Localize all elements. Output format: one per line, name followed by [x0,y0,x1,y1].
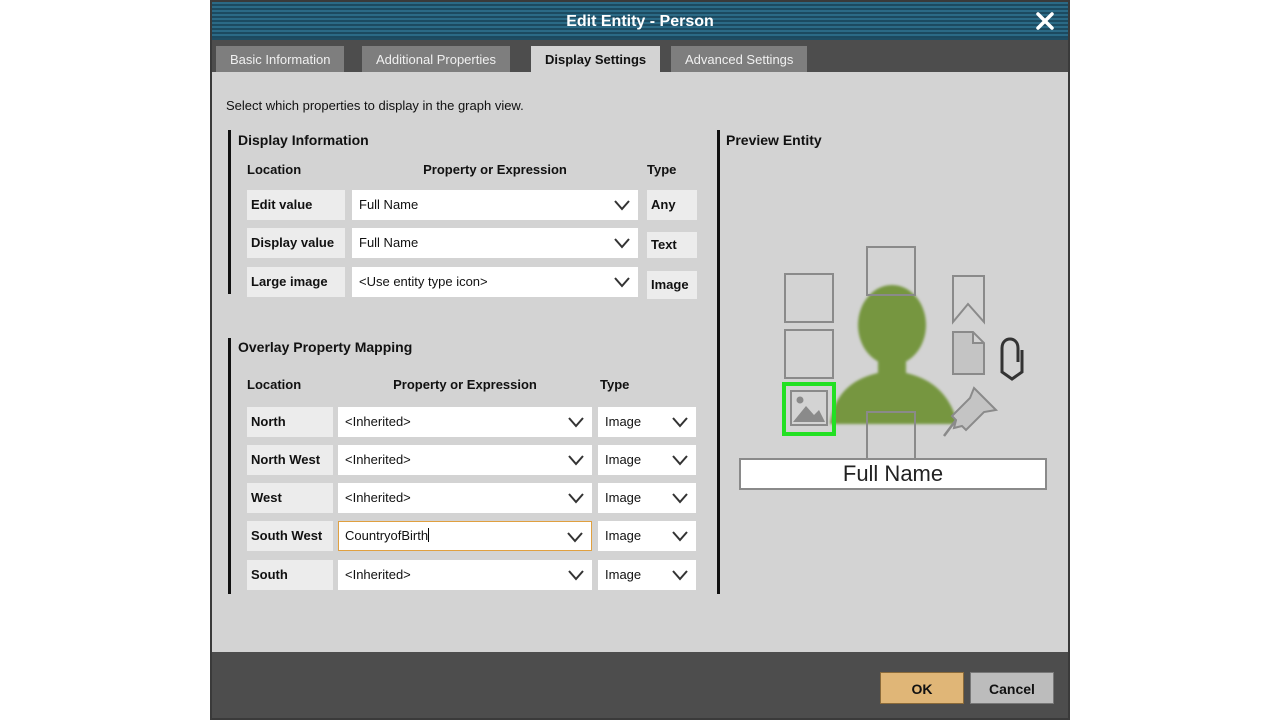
display-value-label: Display value [247,228,345,258]
large-image-select[interactable]: <Use entity type icon> [352,267,638,297]
north-west-property-text: <Inherited> [345,452,411,467]
edit-entity-dialog: Edit Entity - Person Basic Information A… [210,0,1070,720]
north-west-label: North West [247,445,333,475]
west-property-select[interactable]: <Inherited> [338,483,592,513]
large-image-label: Large image [247,267,345,297]
chevron-down-icon [672,570,688,581]
north-label: North [247,407,333,437]
chevron-down-icon [614,277,630,288]
close-icon[interactable] [1034,10,1056,32]
ok-button[interactable]: OK [880,672,964,704]
document-icon [952,331,985,375]
chevron-down-icon [568,493,584,504]
display-value-select[interactable]: Full Name [352,228,638,258]
edit-value-text: Full Name [359,197,419,212]
bookmark-icon [952,275,985,325]
north-west-type-text: Image [605,452,642,467]
edit-value-select[interactable]: Full Name [352,190,638,220]
text-cursor [428,528,430,542]
title-bar[interactable]: Edit Entity - Person [212,2,1068,40]
tab-bar: Basic Information Additional Properties … [212,42,1068,72]
north-property-text: <Inherited> [345,414,411,429]
chevron-down-icon [568,455,584,466]
location-header: Location [247,162,302,177]
section-divider [228,338,231,594]
person-icon [830,285,958,424]
chevron-down-icon [567,532,583,543]
south-west-type-select[interactable]: Image [598,521,696,551]
large-image-text: <Use entity type icon> [359,274,488,289]
south-property-text: <Inherited> [345,567,411,582]
display-settings-panel: Select which properties to display in th… [212,72,1068,652]
chevron-down-icon [672,531,688,542]
chevron-down-icon [568,417,584,428]
overlay-mapping-title: Overlay Property Mapping [238,339,413,355]
dialog-title: Edit Entity - Person [566,13,714,30]
overlay-slot-north-west [784,273,834,323]
chevron-down-icon [568,570,584,581]
preview-name-label: Full Name [739,458,1047,490]
west-type-text: Image [605,490,642,505]
overlay-type-header: Type [600,377,630,392]
south-type-text: Image [605,567,642,582]
south-property-select[interactable]: <Inherited> [338,560,592,590]
chevron-down-icon [672,417,688,428]
preview-entity-title: Preview Entity [726,132,822,148]
cancel-button[interactable]: Cancel [970,672,1054,704]
section-divider [228,130,231,294]
north-property-select[interactable]: <Inherited> [338,407,592,437]
instructions-text: Select which properties to display in th… [226,98,524,113]
property-header: Property or Expression [423,162,567,177]
dialog-footer: OK Cancel [212,652,1068,718]
north-type-select[interactable]: Image [598,407,696,437]
overlay-location-header: Location [247,377,302,392]
south-type-select[interactable]: Image [598,560,696,590]
west-label: West [247,483,333,513]
chevron-down-icon [614,238,630,249]
south-west-label: South West [247,521,333,551]
large-image-type: Image [647,271,697,299]
display-value-text: Full Name [359,235,419,250]
west-type-select[interactable]: Image [598,483,696,513]
north-west-property-select[interactable]: <Inherited> [338,445,592,475]
entity-preview [782,246,1024,461]
overlay-slot-south-west [782,382,836,436]
edit-value-label: Edit value [247,190,345,220]
display-value-type: Text [647,232,697,258]
display-information-title: Display Information [238,132,369,148]
south-west-type-text: Image [605,528,642,543]
north-type-text: Image [605,414,642,429]
type-header: Type [647,162,677,177]
chevron-down-icon [672,493,688,504]
paperclip-icon [1000,337,1024,381]
preview-divider [717,130,720,594]
south-west-property-input[interactable]: CountryofBirth [338,521,592,551]
south-west-property-text: CountryofBirth [345,528,429,543]
tab-advanced-settings[interactable]: Advanced Settings [671,46,808,72]
north-west-type-select[interactable]: Image [598,445,696,475]
chevron-down-icon [614,200,630,211]
west-property-text: <Inherited> [345,490,411,505]
tab-display-settings[interactable]: Display Settings [531,46,661,72]
south-label: South [247,560,333,590]
edit-value-type: Any [647,190,697,220]
tab-basic-information[interactable]: Basic Information [216,46,345,72]
overlay-slot-west [784,329,834,379]
tab-additional-properties[interactable]: Additional Properties [362,46,510,72]
chevron-down-icon [672,455,688,466]
overlay-property-header: Property or Expression [393,377,537,392]
